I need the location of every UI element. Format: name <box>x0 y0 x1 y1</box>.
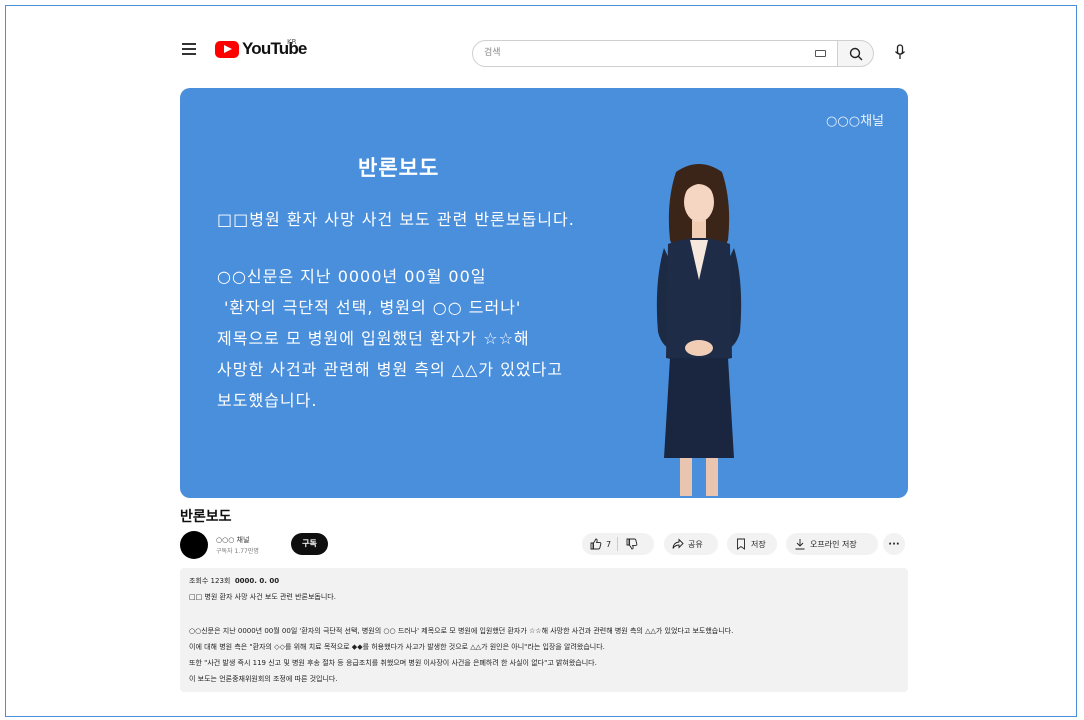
search-input[interactable]: 검색 <box>472 40 838 67</box>
video-title: 반론보도 <box>180 509 232 525</box>
menu-icon[interactable] <box>182 43 196 55</box>
like-divider <box>617 537 619 551</box>
channel-avatar[interactable] <box>180 531 208 559</box>
description-box[interactable]: 조회수 123회 0000. 0. 00 □□ 병원 환자 사망 사건 보도 관… <box>180 568 908 692</box>
description-line: ○○신문은 지난 0000년 00월 00일 '환자의 극단적 선택, 병원의 … <box>189 627 734 635</box>
download-icon <box>795 539 805 550</box>
share-label: 공유 <box>688 539 703 549</box>
search-icon <box>849 47 863 61</box>
logo-text: YouTube <box>242 39 307 58</box>
view-count: 조회수 123회 <box>189 577 231 585</box>
thumbs-up-icon[interactable] <box>590 538 602 550</box>
video-player[interactable]: ○○○채널 반론보도 □□병원 환자 사망 사건 보도 관련 반론보돕니다. ○… <box>180 88 908 498</box>
description-line: 이 보도는 언론중재위원회의 조정에 따른 것입니다. <box>189 675 338 683</box>
like-dislike-group: 7 <box>582 533 654 555</box>
slide-line: 보도했습니다. <box>217 391 318 410</box>
search-button[interactable] <box>838 40 874 67</box>
offline-save-label: 오프라인 저장 <box>810 539 857 549</box>
share-button[interactable]: 공유 <box>664 533 718 555</box>
slide-line: □□병원 환자 사망 사건 보도 관련 반론보돕니다. <box>217 210 575 229</box>
description-meta: 조회수 123회 0000. 0. 00 <box>189 576 279 586</box>
slide-line: ○○신문은 지난 0000년 00월 00일 <box>217 267 487 286</box>
description-line: 이에 대해 병원 측은 "환자의 ◇◇를 위해 치료 목적으로 ◆◆를 허용했다… <box>189 643 605 651</box>
subscribe-button[interactable]: 구독 <box>291 533 328 555</box>
slide-line: 제목으로 모 병원에 입원했던 환자가 ☆☆해 <box>217 329 530 348</box>
like-count[interactable]: 7 <box>606 540 611 549</box>
more-actions-button[interactable]: ··· <box>883 533 905 555</box>
upload-date: 0000. 0. 00 <box>234 577 280 585</box>
slide-line: '환자의 극단적 선택, 병원의 ○○ 드러나' <box>224 298 522 317</box>
slide-title: 반론보도 <box>358 156 440 180</box>
thumbs-down-icon[interactable] <box>626 538 638 550</box>
subscriber-count: 구독자 1.77만명 <box>216 548 259 555</box>
microphone-icon[interactable] <box>894 44 906 60</box>
youtube-play-icon <box>215 40 239 58</box>
offline-save-button[interactable]: 오프라인 저장 <box>786 533 878 555</box>
description-line: □□ 병원 환자 사망 사건 보도 관련 반론보돕니다. <box>189 593 336 601</box>
news-presenter-figure <box>656 164 742 496</box>
save-label: 저장 <box>751 539 766 549</box>
region-code: KR <box>287 38 297 46</box>
share-icon <box>672 538 684 549</box>
slide-line: 사망한 사건과 관련해 병원 측의 △△가 있었다고 <box>217 360 564 379</box>
channel-name[interactable]: ○○○ 채널 <box>216 535 249 545</box>
keyboard-icon[interactable] <box>815 50 826 57</box>
save-button[interactable]: 저장 <box>727 533 777 555</box>
description-line: 또한 "사건 발생 즉시 119 신고 및 병원 후송 절차 등 응급조치를 취… <box>189 659 597 667</box>
bookmark-icon <box>737 538 745 550</box>
channel-watermark: ○○○채널 <box>826 114 884 129</box>
